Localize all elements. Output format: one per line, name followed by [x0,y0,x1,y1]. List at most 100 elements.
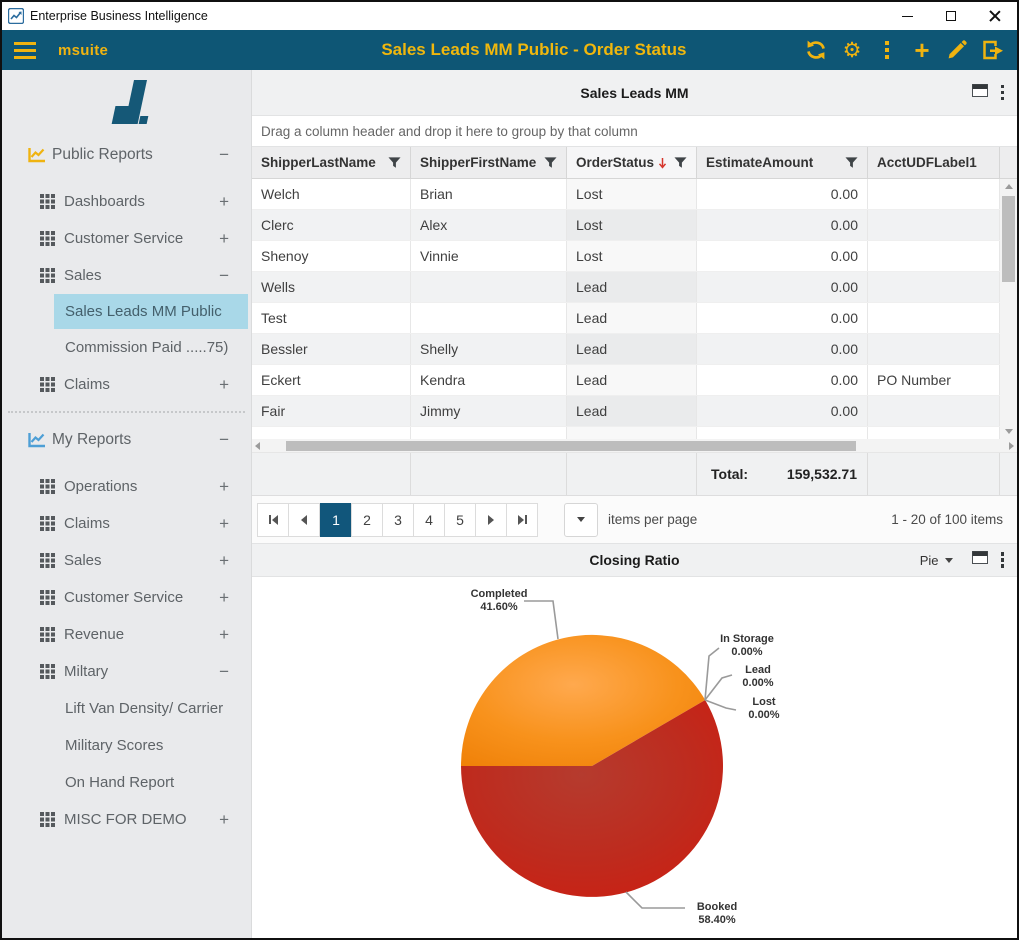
sidebar-section-public-reports[interactable]: Public Reports− [2,136,251,174]
page-button-5[interactable]: 5 [444,503,476,537]
expand-toggle-icon[interactable]: + [219,551,229,571]
last-page-button[interactable] [506,503,538,537]
table-row[interactable]: BesslerShellyLead0.00 [252,334,1000,365]
expand-toggle-icon[interactable]: + [219,477,229,497]
expand-toggle-icon[interactable]: − [219,662,229,682]
refresh-icon[interactable] [805,39,827,61]
scroll-left-icon[interactable] [255,442,260,450]
table-cell: 0.00 [697,210,868,240]
table-row[interactable]: FairJimmyLead0.00 [252,396,1000,427]
sidebar-item-label: Sales Leads MM Public [65,303,222,320]
kebab-menu-icon[interactable] [877,41,897,59]
main-content: Sales Leads MM Drag a column header and … [252,70,1017,938]
table-cell: Lead [567,365,697,395]
sidebar-item-lift-van-density-carrier[interactable]: Lift Van Density/ Carrier [2,690,251,727]
table-cell: 0.00 [697,334,868,364]
sidebar-item-sales[interactable]: Sales+ [2,542,251,579]
chart-kebab-menu-icon[interactable] [1001,552,1005,568]
table-row[interactable]: TestLead0.00 [252,303,1000,334]
vertical-scrollbar[interactable] [1000,179,1017,439]
table-row[interactable]: EckertKendraLead0.00PO Number [252,365,1000,396]
sidebar-item-dashboards[interactable]: Dashboards+ [2,183,251,220]
sidebar-item-on-hand-report[interactable]: On Hand Report [2,764,251,801]
scroll-right-icon[interactable] [1009,442,1014,450]
page-button-2[interactable]: 2 [351,503,383,537]
sidebar-item-revenue[interactable]: Revenue+ [2,616,251,653]
collapse-toggle-icon[interactable]: − [219,430,229,450]
table-row[interactable]: WellsLead0.00 [252,272,1000,303]
expand-toggle-icon[interactable]: + [219,625,229,645]
logout-icon[interactable] [982,40,1005,60]
sidebar-item-military-scores[interactable]: Military Scores [2,727,251,764]
sidebar-item-customer-service[interactable]: Customer Service+ [2,579,251,616]
table-cell: 0.00 [697,396,868,426]
report-sidebar: Public Reports−Dashboards+Customer Servi… [2,70,252,938]
group-by-bar[interactable]: Drag a column header and drop it here to… [252,116,1017,147]
horizontal-scroll-thumb[interactable] [286,441,856,451]
expand-toggle-icon[interactable]: + [219,588,229,608]
window-panel-icon[interactable] [972,84,988,102]
scroll-down-icon[interactable] [1000,424,1017,439]
expand-toggle-icon[interactable]: + [219,229,229,249]
expand-toggle-icon[interactable]: + [219,810,229,830]
table-body: WelchBrianLost0.00ClercAlexLost0.00Sheno… [252,179,1017,439]
sidebar-item-misc-for-demo[interactable]: MISC FOR DEMO+ [2,801,251,838]
table-row[interactable] [252,427,1000,439]
column-header-estimateamount[interactable]: EstimateAmount [697,147,868,178]
minimize-button[interactable] [885,2,929,30]
filter-funnel-icon[interactable] [674,156,687,169]
next-page-button[interactable] [475,503,507,537]
chart-type-dropdown[interactable]: Pie [920,553,953,568]
sidebar-item-claims[interactable]: Claims+ [2,505,251,542]
sidebar-item-claims[interactable]: Claims+ [2,366,251,403]
table-cell [868,272,1000,302]
grid-kebab-menu-icon[interactable] [1001,85,1005,101]
grid-panel-header: Sales Leads MM [252,70,1017,116]
filter-funnel-icon[interactable] [544,156,557,169]
table-row[interactable]: ClercAlexLost0.00 [252,210,1000,241]
settings-gear-icon[interactable]: ⚙ [842,40,862,60]
sidebar-item-label: On Hand Report [65,774,174,791]
column-header-acctudflabel1[interactable]: AcctUDFLabel1 [868,147,1000,178]
sidebar-item-sales[interactable]: Sales− [2,257,251,294]
edit-pencil-icon[interactable] [947,40,967,60]
expand-toggle-icon[interactable]: + [219,192,229,212]
sidebar-item-customer-service[interactable]: Customer Service+ [2,220,251,257]
previous-page-button[interactable] [288,503,320,537]
page-button-4[interactable]: 4 [413,503,445,537]
page-button-3[interactable]: 3 [382,503,414,537]
pie-percent-in-storage: 0.00% [731,646,762,658]
column-header-shipperlastname[interactable]: ShipperLastName [252,147,411,178]
table-cell [868,303,1000,333]
close-button[interactable] [973,2,1017,30]
sidebar-section-my-reports[interactable]: My Reports− [2,421,251,459]
sidebar-item-commission-paid-75[interactable]: Commission Paid .....75) [2,329,251,366]
vertical-scroll-thumb[interactable] [1002,196,1015,282]
expand-toggle-icon[interactable]: + [219,375,229,395]
window-panel-icon[interactable] [972,551,988,569]
items-per-page-dropdown[interactable] [564,503,598,537]
table-cell: Vinnie [411,241,567,271]
sidebar-item-sales-leads-mm-public[interactable]: Sales Leads MM Public [54,294,248,329]
horizontal-scrollbar[interactable] [252,439,1017,453]
table-cell [868,241,1000,271]
sidebar-item-operations[interactable]: Operations+ [2,468,251,505]
page-button-1[interactable]: 1 [320,503,352,537]
add-icon[interactable]: + [912,40,932,60]
expand-toggle-icon[interactable]: + [219,514,229,534]
column-header-orderstatus[interactable]: OrderStatus [567,147,697,178]
table-row[interactable]: ShenoyVinnieLost0.00 [252,241,1000,272]
maximize-button[interactable] [929,2,973,30]
table-row[interactable]: WelchBrianLost0.00 [252,179,1000,210]
column-header-shipperfirstname[interactable]: ShipperFirstName [411,147,567,178]
filter-funnel-icon[interactable] [845,156,858,169]
collapse-toggle-icon[interactable]: − [219,145,229,165]
sidebar-item-miltary[interactable]: Miltary− [2,653,251,690]
first-page-button[interactable] [257,503,289,537]
column-header-label: ShipperFirstName [420,155,536,170]
expand-toggle-icon[interactable]: − [219,266,229,286]
scroll-up-icon[interactable] [1000,179,1017,194]
filter-funnel-icon[interactable] [388,156,401,169]
grid-icon [40,268,55,283]
hamburger-menu-icon[interactable] [14,42,36,59]
